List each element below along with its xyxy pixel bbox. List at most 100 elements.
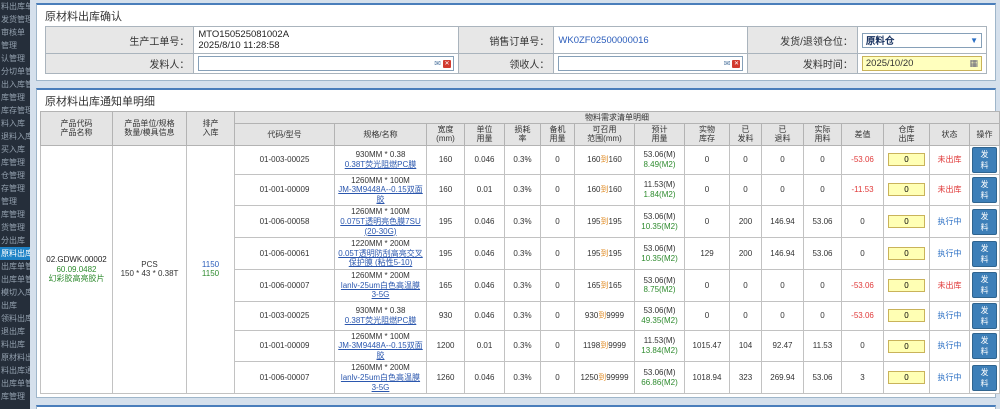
spec-line-2[interactable]: JM-3M9448A--0.15双面胶 <box>337 341 424 360</box>
operation-cell: 发料 <box>970 238 1000 270</box>
backup-usage-cell: 0 <box>541 238 575 270</box>
receiver-cell: ✉ ✕ <box>554 54 748 74</box>
sidebar-item[interactable]: 审核单 <box>0 26 30 39</box>
sidebar-item[interactable]: 库管理 <box>0 390 30 403</box>
sidebar-item[interactable]: 出入库管理 <box>0 78 30 91</box>
actual-usage-cell: 0 <box>804 174 842 206</box>
issue-button[interactable]: 发料 <box>972 365 997 391</box>
clear-icon[interactable]: ✕ <box>732 60 740 68</box>
spec-line-2[interactable]: 0.075T透明亮色膜7SU (20-30G) <box>337 217 424 236</box>
sidebar-item[interactable]: 货管理 <box>0 221 30 234</box>
sidebar-item[interactable]: 领料出库 <box>0 312 30 325</box>
range-to: 99999 <box>606 373 628 382</box>
material-spec-cell: 1260MM * 100M JM-3M9448A--0.15双面胶 <box>335 174 427 206</box>
width-cell: 930 <box>427 301 465 330</box>
stock-cell: 129 <box>685 238 730 270</box>
sidebar-item[interactable]: 模切入库单 <box>0 286 30 299</box>
col-header-operation: 操作 <box>970 124 1000 145</box>
issue-button[interactable]: 发料 <box>972 241 997 267</box>
calendar-icon[interactable]: ▦ <box>969 58 978 69</box>
sidebar-item[interactable]: 原材料出库单 <box>0 351 30 364</box>
issuer-input[interactable]: ✉ ✕ <box>198 56 454 71</box>
sidebar-item[interactable]: 出库单管理 <box>0 260 30 273</box>
usable-range-cell: 1198到9999 <box>575 330 635 362</box>
stock-cell: 1015.47 <box>685 330 730 362</box>
range-from: 195 <box>587 217 600 226</box>
warehouse-outbound-input[interactable] <box>888 153 925 166</box>
lookup-icon[interactable]: ✉ <box>724 60 731 68</box>
sidebar-item[interactable]: 退料入库 <box>0 130 30 143</box>
material-code-cell: 01-006-00061 <box>235 238 335 270</box>
warehouse-outbound-input[interactable] <box>888 215 925 228</box>
range-from: 160 <box>587 155 600 164</box>
sidebar-item[interactable]: 库管理 <box>0 208 30 221</box>
spec-line-2[interactable]: 0.38T荧光阻燃PC膜 <box>337 316 424 326</box>
range-from: 195 <box>587 249 600 258</box>
spec-line-2[interactable]: 0.38T荧光阻燃PC膜 <box>337 160 424 170</box>
spec-line-2[interactable]: JM-3M9448A--0.15双面胶 <box>337 185 424 204</box>
warehouse-outbound-cell <box>884 174 930 206</box>
warehouse-outbound-input[interactable] <box>888 279 925 292</box>
backup-usage-cell: 0 <box>541 145 575 174</box>
warehouse-outbound-input[interactable] <box>888 309 925 322</box>
sidebar-item[interactable]: 出库单管理 <box>0 377 30 390</box>
chevron-down-icon[interactable]: ▼ <box>970 36 978 45</box>
work-order-time: 2025/8/10 11:28:58 <box>198 40 279 51</box>
spec-line-2[interactable]: 0.05T透明防刮高亮交叉保护膜 (粘性5-10) <box>337 249 424 268</box>
lookup-icon[interactable]: ✉ <box>434 60 441 68</box>
warehouse-outbound-input[interactable] <box>888 183 925 196</box>
sidebar-item[interactable]: 料出库通知单 <box>0 364 30 377</box>
sidebar-item[interactable]: 退出库 <box>0 325 30 338</box>
sidebar-item[interactable]: 认管理 <box>0 52 30 65</box>
est-meters: 53.06(M) <box>637 276 682 286</box>
material-spec-cell: 1220MM * 200M 0.05T透明防刮高亮交叉保护膜 (粘性5-10) <box>335 238 427 270</box>
sidebar-item[interactable]: 管理 <box>0 39 30 52</box>
sidebar-item[interactable]: 分出库 <box>0 234 30 247</box>
width-cell: 1260 <box>427 362 465 394</box>
warehouse-outbound-cell <box>884 362 930 394</box>
warehouse-outbound-input[interactable] <box>888 340 925 353</box>
issue-button[interactable]: 发料 <box>972 209 997 235</box>
sidebar-item[interactable]: 发货管理 <box>0 13 30 26</box>
stock-cell: 0 <box>685 206 730 238</box>
issue-button[interactable]: 发料 <box>972 147 997 173</box>
sidebar-item[interactable]: 存管理 <box>0 182 30 195</box>
warehouse-outbound-cell <box>884 330 930 362</box>
est-meters: 53.06(M) <box>637 212 682 222</box>
est-sqmeters: 1.84(M2) <box>637 190 682 200</box>
sidebar-item[interactable]: 库存管理 <box>0 104 30 117</box>
sidebar-item[interactable]: 原料出库单 <box>0 247 30 260</box>
spec-line-2[interactable]: lanlv-25um白色高温膜 3-5G <box>337 373 424 392</box>
issue-button[interactable]: 发料 <box>972 272 997 298</box>
issue-button[interactable]: 发料 <box>972 177 997 203</box>
sidebar-item[interactable]: 料出库单 <box>0 0 30 13</box>
issue-button[interactable]: 发料 <box>972 303 997 329</box>
spec-line-1: 1260MM * 200M <box>337 271 424 281</box>
receiver-input[interactable]: ✉ ✕ <box>558 56 743 71</box>
usable-range-cell: 930到9999 <box>575 301 635 330</box>
sidebar-item[interactable]: 管理 <box>0 195 30 208</box>
issued-cell: 323 <box>730 362 762 394</box>
sidebar-item[interactable]: 库管理 <box>0 156 30 169</box>
clear-icon[interactable]: ✕ <box>443 60 451 68</box>
col-header-actual: 实际 用料 <box>804 124 842 145</box>
issue-time-input[interactable] <box>866 58 970 69</box>
sidebar-item[interactable]: 出库单管理 <box>0 273 30 286</box>
work-order-label: 生产工单号： <box>46 27 194 54</box>
sidebar-item[interactable]: 库管理 <box>0 91 30 104</box>
backup-usage-cell: 0 <box>541 269 575 301</box>
sidebar-item[interactable]: 料出库 <box>0 338 30 351</box>
sidebar-item[interactable]: 分切单管理 <box>0 65 30 78</box>
sched-cell: 1150 1150 <box>187 145 235 394</box>
warehouse-outbound-input[interactable] <box>888 371 925 384</box>
work-order-number: MTO150525081002A <box>198 29 289 40</box>
sidebar-item[interactable]: 出库 <box>0 299 30 312</box>
issue-button[interactable]: 发料 <box>972 333 997 359</box>
sidebar-item[interactable]: 料入库 <box>0 117 30 130</box>
spec-line-2[interactable]: lanlv-25um白色高温膜 3-5G <box>337 281 424 300</box>
sidebar-item[interactable]: 仓管理 <box>0 169 30 182</box>
warehouse-select[interactable]: 原料仓 ▼ <box>862 33 982 48</box>
sidebar-item[interactable]: 买入库 <box>0 143 30 156</box>
warehouse-outbound-input[interactable] <box>888 247 925 260</box>
operation-cell: 发料 <box>970 269 1000 301</box>
